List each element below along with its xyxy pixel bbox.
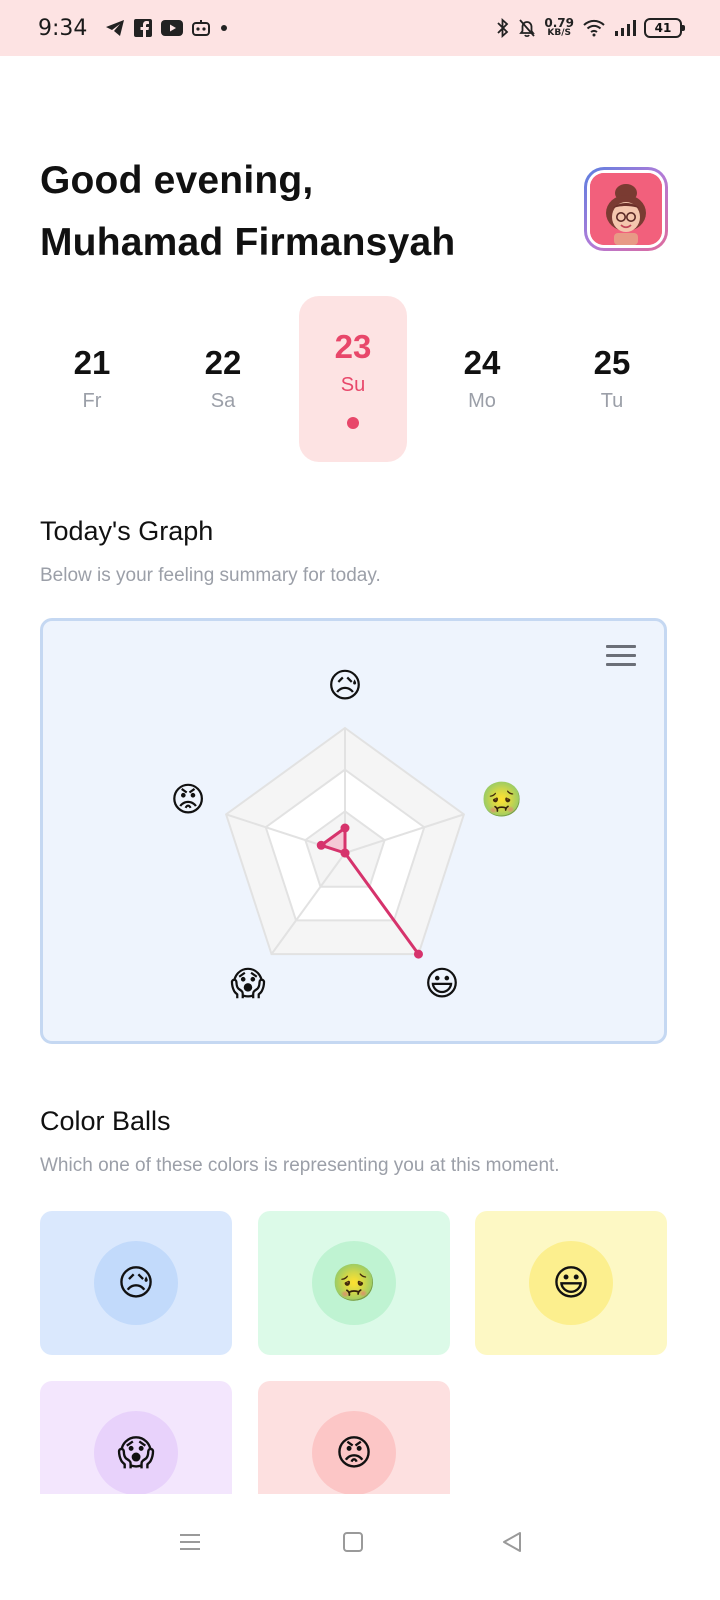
avatar-frame <box>587 170 665 248</box>
color-ball-card-happy[interactable]: 😃 <box>475 1211 667 1355</box>
avatar <box>590 173 662 245</box>
color-ball-emoji: 😥 <box>94 1241 178 1325</box>
radar-label-scared: 😱 <box>230 965 266 1004</box>
date-number: 21 <box>73 344 111 381</box>
date-item[interactable]: 25 Tu <box>558 296 666 462</box>
user-name: Muhamad Firmansyah <box>40 221 456 264</box>
radar-label-sick: 🤢 <box>480 781 524 819</box>
color-ball-emoji: 🤢 <box>312 1241 396 1325</box>
graph-card: 😥 🤢 😃 😱 😡 <box>40 618 667 1044</box>
radar-point <box>340 823 350 833</box>
radar-label-angry: 😡 <box>170 781 206 819</box>
network-speed-unit: KB/S <box>547 28 571 38</box>
date-number: 22 <box>204 344 242 381</box>
radar-point <box>340 848 350 858</box>
selected-dot <box>347 417 359 429</box>
system-icons: 0.79 KB/S 41 <box>496 16 685 38</box>
battery-icon: 41 <box>644 18 685 38</box>
network-speed-value: 0.79 <box>544 16 574 30</box>
date-number: 23 <box>334 328 372 365</box>
color-ball-card-sick[interactable]: 🤢 <box>258 1211 450 1355</box>
color-ball-card-sad[interactable]: 😥 <box>40 1211 232 1355</box>
status-time: 9:34 <box>38 15 88 41</box>
network-speed: 0.79 KB/S <box>544 16 574 38</box>
date-item[interactable]: 21 Fr <box>38 296 146 462</box>
color-ball-emoji: 😱 <box>94 1411 178 1495</box>
date-day: Fr <box>82 390 102 412</box>
radar-point <box>316 840 326 850</box>
radar-label-sad: 😥 <box>327 667 363 705</box>
wifi-icon <box>582 19 606 37</box>
navigation-bar <box>0 1494 720 1600</box>
date-number: 25 <box>593 344 631 381</box>
date-day: Mo <box>468 390 496 412</box>
color-balls-title: Color Balls <box>40 1106 171 1136</box>
greeting-line: Good evening, <box>40 159 314 202</box>
notification-icons <box>105 19 229 37</box>
color-ball-emoji: 😡 <box>312 1411 396 1495</box>
telegram-icon <box>105 19 125 37</box>
status-bar: 9:34 0.79 KB/S 41 <box>0 0 720 56</box>
back-icon[interactable] <box>488 1518 536 1566</box>
mute-bell-icon <box>518 18 536 38</box>
date-day: Sa <box>210 390 236 412</box>
youtube-icon <box>161 20 184 36</box>
dot-icon <box>219 23 229 33</box>
signal-icon <box>614 19 636 37</box>
date-strip: 21 Fr 22 Sa 23 Su 24 Mo 25 Tu <box>28 296 678 462</box>
date-day: Su <box>340 374 366 396</box>
avatar-button[interactable] <box>584 167 668 251</box>
bluetooth-icon <box>496 18 510 38</box>
date-item-selected[interactable]: 23 Su <box>299 296 407 462</box>
recent-apps-icon[interactable] <box>166 1518 214 1566</box>
radar-point <box>413 949 423 959</box>
date-item[interactable]: 22 Sa <box>169 296 277 462</box>
home-icon[interactable] <box>329 1518 377 1566</box>
date-number: 24 <box>463 344 501 381</box>
robot-icon <box>192 19 211 37</box>
color-ball-emoji: 😃 <box>529 1241 613 1325</box>
facebook-icon <box>134 19 153 37</box>
greeting: Good evening, Muhamad Firmansyah <box>40 150 560 274</box>
graph-subtitle: Below is your feeling summary for today. <box>40 565 381 586</box>
date-item[interactable]: 24 Mo <box>428 296 536 462</box>
date-day: Tu <box>600 390 624 412</box>
radar-label-happy: 😃 <box>424 965 460 1004</box>
color-balls-subtitle: Which one of these colors is representin… <box>40 1155 560 1176</box>
graph-title: Today's Graph <box>40 516 214 546</box>
